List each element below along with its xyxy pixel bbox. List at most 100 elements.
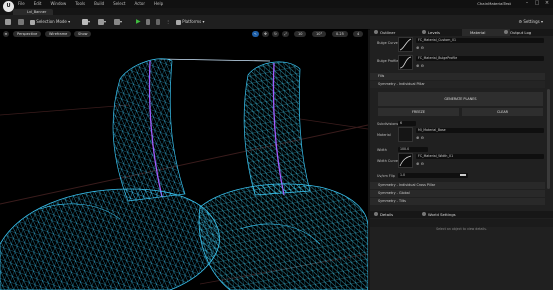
show-button[interactable]: Show: [74, 31, 92, 37]
width-curve-thumbnail[interactable]: [398, 153, 413, 168]
scale-snap-value[interactable]: 0.25: [332, 31, 348, 37]
menu-edit[interactable]: Edit: [34, 1, 42, 7]
material-thumbnail[interactable]: [398, 127, 413, 142]
symmetry-cross-pillar-label: Symmetry - Individual Cross Pillar: [378, 183, 436, 187]
symmetry-tilts-section[interactable]: Symmetry - Tilts: [370, 198, 545, 205]
width-curve-field[interactable]: FC_Material_Width_01: [416, 154, 544, 159]
stop-icon[interactable]: [156, 18, 160, 26]
menu-window[interactable]: Window: [50, 1, 66, 7]
title-bar: U File Edit Window Tools Build Select Ac…: [0, 0, 553, 12]
uv-slider-handle[interactable]: [460, 174, 466, 176]
curve-preview-icon: [399, 38, 412, 51]
main-toolbar: Selection Mode ▾ ▾ ▾ ▾ ▶ ⋮ Platforms ▾ ⚙…: [0, 15, 553, 30]
symmetry-individual-pillar-label: Symmetry - Individual Pillar: [378, 82, 425, 86]
platforms-label: Platforms: [182, 19, 202, 24]
subdivisions-field[interactable]: 6: [398, 121, 416, 126]
perspective-button[interactable]: Perspective: [13, 31, 42, 37]
details-tab-label: Details: [380, 212, 394, 217]
details-tab[interactable]: Details: [374, 211, 393, 218]
move-tool-icon[interactable]: ✥: [262, 31, 269, 37]
camera-speed-value[interactable]: 4: [353, 31, 364, 37]
symmetry-tilts-label: Symmetry - Tilts: [378, 199, 406, 203]
world-settings-tab[interactable]: World Settings: [422, 211, 456, 218]
settings-button[interactable]: ⚙ Settings ▾: [518, 18, 543, 26]
outliner-tab[interactable]: Outliner: [374, 29, 395, 36]
level-viewport[interactable]: ≡ Perspective Wireframe Show ↖ ✥ ↻ ⤢ 10 …: [0, 29, 368, 290]
profile-preview-icon: [399, 56, 412, 69]
scrollbar[interactable]: [547, 89, 550, 189]
menu-file[interactable]: File: [18, 1, 25, 7]
uv-label: Uv/cm Flip: [377, 174, 395, 178]
uv-field[interactable]: 1.0: [398, 173, 468, 178]
blueprint-icon[interactable]: ▾: [98, 18, 106, 26]
symmetry-individual-pillar-section[interactable]: Symmetry - Individual Pillar: [370, 81, 545, 88]
levels-tab[interactable]: Levels: [422, 29, 440, 36]
bulge-curve-field[interactable]: FC_Material_Custom_01: [416, 38, 544, 43]
viewport-menu-icon[interactable]: ≡: [3, 31, 9, 37]
fills-section-label: Fills: [378, 74, 385, 78]
outliner-tab-label: Outliner: [380, 30, 396, 35]
bulge-profile-thumbnail[interactable]: [398, 55, 413, 70]
scale-tool-icon[interactable]: ⤢: [282, 31, 289, 37]
levels-tab-label: Levels: [428, 30, 441, 35]
grid-snap-value[interactable]: 10: [294, 31, 307, 37]
details-search-bar[interactable]: [370, 219, 553, 227]
generate-planes-button[interactable]: GENERATE PLANES: [378, 92, 543, 106]
wireframe-mesh-render: [0, 58, 368, 290]
width-curve-preview-icon: [399, 155, 412, 167]
project-name: ChainMaterialTest: [477, 1, 511, 6]
width-label: Width: [377, 148, 387, 152]
play-icon[interactable]: ▶: [136, 18, 141, 26]
world-settings-tab-label: World Settings: [428, 212, 456, 217]
select-tool-icon[interactable]: ↖: [252, 31, 259, 37]
selection-mode-label: Selection Mode: [36, 19, 67, 24]
step-icon[interactable]: [146, 18, 150, 26]
clear-button[interactable]: CLEAR: [462, 108, 543, 116]
material-tab[interactable]: Material: [462, 29, 510, 36]
symmetry-global-section[interactable]: Symmetry - Global: [370, 190, 545, 197]
browse-icon-2[interactable]: ⊕ ⊖: [416, 63, 424, 68]
material-label: Material: [377, 133, 391, 137]
browse-icon-4[interactable]: ⊕ ⊖: [416, 161, 424, 166]
bulge-profile-label: Bulge Profile: [377, 59, 399, 63]
browse-icon[interactable]: ⊕ ⊖: [416, 45, 424, 50]
subdivisions-label: Subdivisions: [377, 122, 399, 126]
details-empty-text: Select an object to view details.: [436, 227, 487, 231]
cinematics-icon[interactable]: ▾: [114, 18, 122, 26]
wireframe-button[interactable]: Wireframe: [45, 31, 72, 37]
angle-snap-value[interactable]: 10°: [312, 31, 327, 37]
freeze-button[interactable]: FREEZE: [378, 108, 459, 116]
symmetry-global-label: Symmetry - Global: [378, 191, 410, 195]
output-log-tab-label: Output Log: [510, 30, 532, 35]
settings-label: Settings: [523, 19, 540, 24]
menu-bar: File Edit Window Tools Build Select Acto…: [18, 1, 163, 7]
browse-icon-3[interactable]: ⊕ ⊖: [416, 135, 424, 140]
bulge-curve-thumbnail[interactable]: [398, 37, 413, 52]
fills-section[interactable]: Fills: [370, 73, 545, 80]
menu-select[interactable]: Select: [113, 1, 125, 7]
output-log-tab[interactable]: Output Log: [504, 29, 531, 36]
content-browser-icon[interactable]: [18, 18, 24, 26]
maximize-icon[interactable]: □: [533, 0, 541, 7]
platforms-button[interactable]: Platforms ▾: [176, 18, 205, 26]
details-tab-bar: Details World Settings: [370, 211, 553, 218]
symmetry-cross-pillar-section[interactable]: Symmetry - Individual Cross Pillar: [370, 182, 545, 189]
selection-mode-dropdown[interactable]: Selection Mode ▾: [30, 18, 70, 26]
menu-tools[interactable]: Tools: [75, 1, 85, 7]
bulge-curve-label: Bulge Curve: [377, 41, 398, 45]
menu-actor[interactable]: Actor: [134, 1, 145, 7]
play-options-icon[interactable]: ⋮: [166, 18, 170, 26]
menu-help[interactable]: Help: [154, 1, 163, 7]
outliner-tab-bar: Outliner Levels Material Output Log: [370, 29, 553, 36]
save-icon[interactable]: [5, 18, 11, 26]
create-icon[interactable]: ▾: [82, 18, 90, 26]
rotate-tool-icon[interactable]: ↻: [272, 31, 279, 37]
minimize-icon[interactable]: –: [523, 0, 531, 7]
width-field[interactable]: 100.0: [398, 147, 428, 152]
right-panel: Outliner Levels Material Output Log Bulg…: [370, 29, 553, 290]
close-icon[interactable]: ×: [543, 0, 551, 7]
width-curve-label: Width Curve: [377, 159, 398, 163]
bulge-profile-field[interactable]: FC_Material_BulgeProfile: [416, 56, 544, 61]
material-field[interactable]: MI_Material_Base: [416, 128, 544, 133]
menu-build[interactable]: Build: [94, 1, 104, 7]
